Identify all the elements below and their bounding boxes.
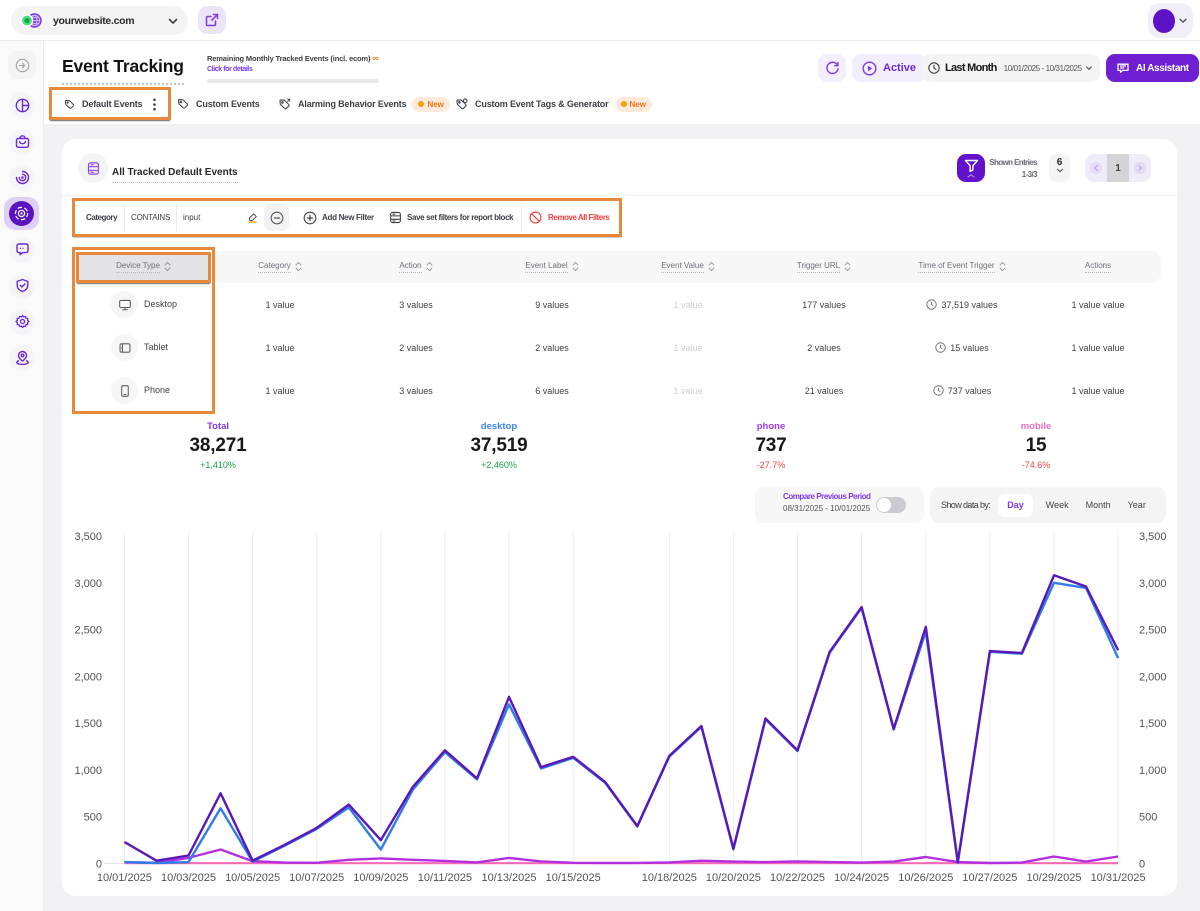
svg-text:500: 500 — [1139, 812, 1157, 824]
svg-text:10/31/2025: 10/31/2025 — [1091, 872, 1146, 884]
svg-text:500: 500 — [84, 812, 102, 824]
svg-text:3,000: 3,000 — [74, 578, 102, 590]
svg-text:10/01/2025: 10/01/2025 — [97, 872, 152, 884]
svg-text:10/07/2025: 10/07/2025 — [289, 872, 344, 884]
svg-text:10/29/2025: 10/29/2025 — [1026, 872, 1081, 884]
svg-text:1,000: 1,000 — [1139, 765, 1167, 777]
svg-text:3,000: 3,000 — [1139, 578, 1167, 590]
svg-text:3,500: 3,500 — [74, 531, 102, 543]
svg-text:1,000: 1,000 — [74, 765, 102, 777]
svg-text:10/03/2025: 10/03/2025 — [161, 872, 216, 884]
svg-text:3,500: 3,500 — [1139, 531, 1167, 543]
svg-text:10/05/2025: 10/05/2025 — [225, 872, 280, 884]
svg-text:2,000: 2,000 — [74, 671, 102, 683]
svg-text:1,500: 1,500 — [74, 718, 102, 730]
svg-text:10/09/2025: 10/09/2025 — [353, 872, 408, 884]
svg-text:10/11/2025: 10/11/2025 — [418, 872, 472, 884]
svg-text:10/27/2025: 10/27/2025 — [962, 872, 1017, 884]
svg-text:10/15/2025: 10/15/2025 — [546, 872, 601, 884]
svg-text:10/18/2025: 10/18/2025 — [642, 872, 697, 884]
svg-text:10/20/2025: 10/20/2025 — [706, 872, 761, 884]
svg-text:10/24/2025: 10/24/2025 — [834, 872, 889, 884]
svg-text:10/26/2025: 10/26/2025 — [898, 872, 953, 884]
svg-text:10/22/2025: 10/22/2025 — [770, 872, 825, 884]
svg-text:0: 0 — [96, 859, 102, 871]
svg-text:1,500: 1,500 — [1139, 718, 1167, 730]
svg-text:10/13/2025: 10/13/2025 — [481, 872, 536, 884]
svg-text:2,500: 2,500 — [74, 625, 102, 637]
svg-text:2,500: 2,500 — [1139, 625, 1167, 637]
svg-text:2,000: 2,000 — [1139, 671, 1167, 683]
svg-text:0: 0 — [1139, 859, 1145, 871]
